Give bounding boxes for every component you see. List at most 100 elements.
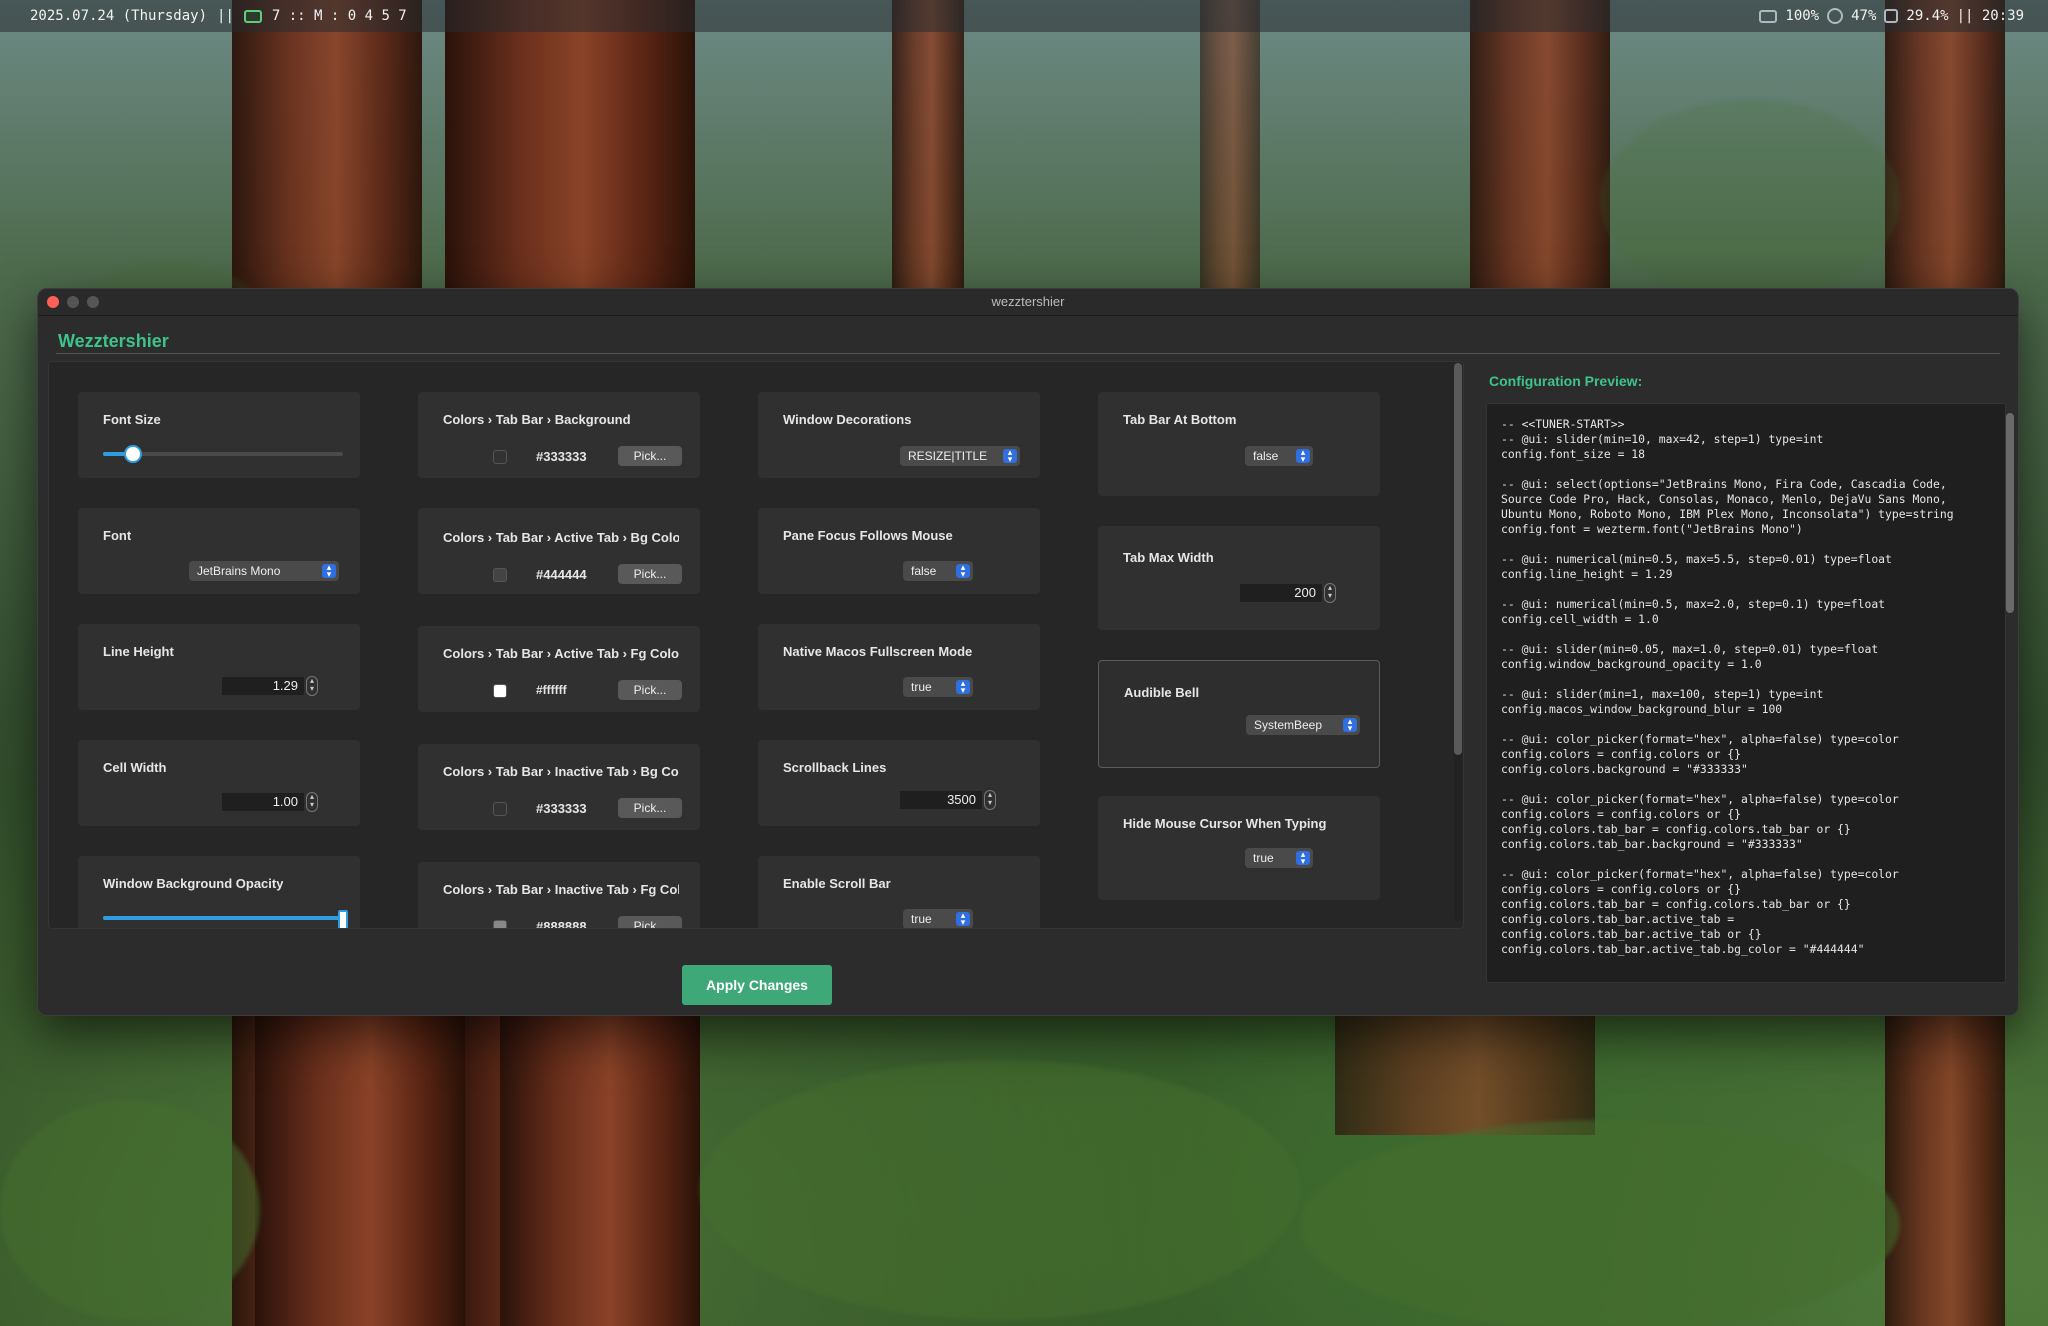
active-bg-hex: #444444 bbox=[536, 567, 587, 582]
active-bg-swatch[interactable] bbox=[493, 568, 507, 582]
tab-max-width-card: Tab Max Width 200 ▴ ▾ bbox=[1098, 526, 1380, 630]
tab-bg-swatch[interactable] bbox=[493, 450, 507, 464]
native-fs-select-value: true bbox=[911, 680, 932, 694]
tab-max-width-label: Tab Max Width bbox=[1123, 550, 1214, 565]
zoom-button[interactable] bbox=[87, 296, 99, 308]
inactive-fg-card: Colors › Tab Bar › Inactive Tab › Fg Col… bbox=[418, 862, 700, 929]
cell-width-card: Cell Width 1.00 ▴ ▾ bbox=[78, 740, 360, 826]
decorations-card: Window Decorations RESIZE|TITLE ▴ ▾ bbox=[758, 392, 1040, 478]
scrollback-card: Scrollback Lines 3500 ▴ ▾ bbox=[758, 740, 1040, 826]
preview-scrollbar-thumb[interactable] bbox=[2006, 413, 2014, 613]
tab-bg-label: Colors › Tab Bar › Background bbox=[443, 412, 631, 427]
scroll-bar-card: Enable Scroll Bar true ▴ ▾ bbox=[758, 856, 1040, 928]
active-bg-label: Colors › Tab Bar › Active Tab › Bg Color bbox=[443, 530, 679, 545]
audible-bell-label: Audible Bell bbox=[1124, 685, 1200, 700]
inactive-fg-hex: #888888 bbox=[536, 919, 587, 929]
native-fs-select[interactable]: true ▴ ▾ bbox=[903, 677, 973, 697]
chevron-updown-icon: ▴ ▾ bbox=[1296, 448, 1310, 464]
inactive-fg-pick-button[interactable]: Pick... bbox=[618, 916, 682, 928]
hide-cursor-select-value: true bbox=[1253, 851, 1274, 865]
hide-cursor-card: Hide Mouse Cursor When Typing true ▴ ▾ bbox=[1098, 796, 1380, 900]
inactive-fg-swatch[interactable] bbox=[493, 920, 507, 928]
close-button[interactable] bbox=[47, 296, 59, 308]
apply-changes-button[interactable]: Apply Changes bbox=[682, 965, 832, 1005]
active-fg-card: Colors › Tab Bar › Active Tab › Fg Color… bbox=[418, 626, 700, 712]
chevron-updown-icon: ▴ ▾ bbox=[1003, 448, 1017, 464]
active-fg-hex: #ffffff bbox=[536, 683, 567, 697]
bg-opacity-slider-knob[interactable] bbox=[338, 910, 348, 928]
menubar-separator: || bbox=[217, 8, 234, 24]
chevron-updown-icon: ▴ ▾ bbox=[322, 563, 336, 579]
settings-scrollbar-thumb[interactable] bbox=[1454, 363, 1462, 755]
brightness-text: 47% bbox=[1851, 8, 1877, 24]
decorations-select[interactable]: RESIZE|TITLE ▴ ▾ bbox=[900, 446, 1020, 466]
active-fg-pick-button[interactable]: Pick... bbox=[618, 680, 682, 700]
active-bg-card: Colors › Tab Bar › Active Tab › Bg Color… bbox=[418, 508, 700, 594]
menu-bar: 2025.07.24 (Thursday) || 7 :: M : 0 4 5 … bbox=[0, 0, 2048, 32]
tab-bottom-select[interactable]: false ▴ ▾ bbox=[1245, 446, 1313, 466]
chevron-updown-icon: ▴ ▾ bbox=[1296, 850, 1310, 866]
native-fs-label: Native Macos Fullscreen Mode bbox=[783, 644, 973, 659]
scrollback-label: Scrollback Lines bbox=[783, 760, 887, 775]
brightness-icon bbox=[1827, 8, 1844, 24]
line-height-label: Line Height bbox=[103, 644, 174, 659]
divider bbox=[56, 353, 2000, 354]
pane-focus-card: Pane Focus Follows Mouse false ▴ ▾ bbox=[758, 508, 1040, 594]
line-height-card: Line Height 1.29 ▴ ▾ bbox=[78, 624, 360, 710]
hide-cursor-select[interactable]: true ▴ ▾ bbox=[1245, 848, 1313, 868]
audible-bell-select-value: SystemBeep bbox=[1254, 718, 1323, 732]
font-size-label: Font Size bbox=[103, 412, 161, 427]
active-bg-pick-button[interactable]: Pick... bbox=[618, 564, 682, 584]
battery-text: 100% bbox=[1785, 8, 1820, 24]
native-fs-card: Native Macos Fullscreen Mode true ▴ ▾ bbox=[758, 624, 1040, 710]
preview-scrollbar[interactable] bbox=[2006, 413, 2014, 969]
monitor-icon bbox=[243, 9, 262, 23]
line-height-stepper[interactable]: ▴ ▾ bbox=[306, 676, 318, 696]
scroll-bar-select[interactable]: true ▴ ▾ bbox=[903, 909, 973, 928]
app-window: wezztershier Wezztershier Font Size Font… bbox=[37, 288, 2019, 1016]
inactive-bg-card: Colors › Tab Bar › Inactive Tab › Bg Col… bbox=[418, 744, 700, 830]
tab-bg-card: Colors › Tab Bar › Background #333333 Pi… bbox=[418, 392, 700, 478]
inactive-bg-hex: #333333 bbox=[536, 801, 587, 816]
scroll-bar-select-value: true bbox=[911, 912, 932, 926]
active-fg-swatch[interactable] bbox=[493, 684, 507, 698]
inactive-bg-label: Colors › Tab Bar › Inactive Tab › Bg Col… bbox=[443, 764, 679, 779]
chevron-updown-icon: ▴ ▾ bbox=[956, 679, 970, 695]
scrollback-stepper[interactable]: ▴ ▾ bbox=[984, 790, 996, 810]
cell-width-label: Cell Width bbox=[103, 760, 167, 775]
font-size-slider-knob[interactable] bbox=[124, 445, 142, 463]
decorations-label: Window Decorations bbox=[783, 412, 912, 427]
font-select[interactable]: JetBrains Mono ▴ ▾ bbox=[189, 561, 339, 581]
date-text: 2025.07.24 (Thursday) bbox=[30, 8, 208, 24]
bg-opacity-label: Window Background Opacity bbox=[103, 876, 284, 891]
line-height-input[interactable]: 1.29 bbox=[222, 677, 304, 695]
chevron-updown-icon: ▴ ▾ bbox=[956, 563, 970, 579]
clock-text: || 20:39 bbox=[1956, 8, 2024, 24]
tab-bg-hex: #333333 bbox=[536, 449, 587, 464]
inactive-bg-pick-button[interactable]: Pick... bbox=[618, 798, 682, 818]
settings-panel[interactable]: Font Size Font JetBrains Mono ▴ ▾ Line He… bbox=[48, 361, 1464, 929]
pane-focus-label: Pane Focus Follows Mouse bbox=[783, 528, 953, 543]
config-preview[interactable]: -- <<TUNER-START>> -- @ui: slider(min=10… bbox=[1486, 403, 2006, 983]
cpu-icon bbox=[1884, 9, 1899, 23]
chevron-updown-icon: ▴ ▾ bbox=[1343, 717, 1357, 733]
tab-bg-pick-button[interactable]: Pick... bbox=[618, 446, 682, 466]
workspaces-indicator[interactable]: 7 :: M : 0 4 5 7 bbox=[272, 8, 407, 24]
bg-opacity-slider-fill bbox=[103, 916, 343, 920]
pane-focus-select[interactable]: false ▴ ▾ bbox=[903, 561, 973, 581]
tab-max-width-input[interactable]: 200 bbox=[1240, 584, 1322, 602]
chevron-updown-icon: ▴ ▾ bbox=[956, 911, 970, 927]
audible-bell-card: Audible Bell SystemBeep ▴ ▾ bbox=[1098, 660, 1380, 768]
minimize-button[interactable] bbox=[67, 296, 79, 308]
font-card: Font JetBrains Mono ▴ ▾ bbox=[78, 508, 360, 594]
cell-width-input[interactable]: 1.00 bbox=[222, 793, 304, 811]
inactive-bg-swatch[interactable] bbox=[493, 802, 507, 816]
audible-bell-select[interactable]: SystemBeep ▴ ▾ bbox=[1246, 715, 1360, 735]
cell-width-stepper[interactable]: ▴ ▾ bbox=[306, 792, 318, 812]
title-bar[interactable]: wezztershier bbox=[38, 289, 2018, 316]
tab-max-width-stepper[interactable]: ▴ ▾ bbox=[1324, 583, 1336, 603]
settings-scrollbar[interactable] bbox=[1454, 363, 1462, 921]
scrollback-input[interactable]: 3500 bbox=[900, 791, 982, 809]
active-fg-label: Colors › Tab Bar › Active Tab › Fg Color bbox=[443, 646, 679, 661]
inactive-fg-label: Colors › Tab Bar › Inactive Tab › Fg Col… bbox=[443, 882, 679, 897]
